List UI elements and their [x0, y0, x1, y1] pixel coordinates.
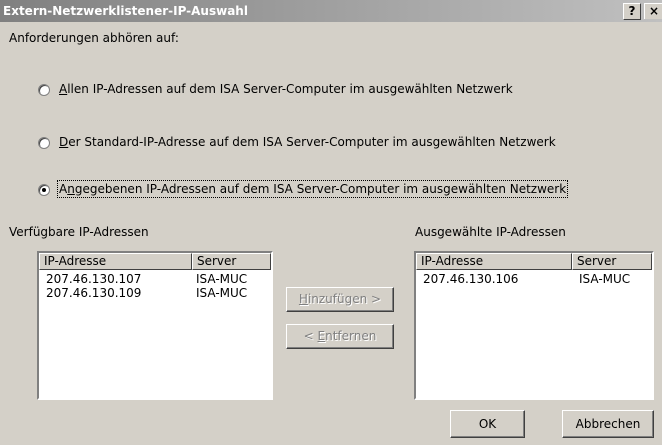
available-row-1-ip: 207.46.130.107: [46, 272, 142, 286]
listen-prompt-label: Anforderungen abhören auf:: [9, 31, 179, 45]
selected-col-server-header[interactable]: Server: [572, 253, 652, 270]
selected-col-ip-header[interactable]: IP-Adresse: [416, 253, 572, 270]
radio-default-ip[interactable]: [38, 137, 50, 149]
radio-all-ips-label[interactable]: Allen IP-Adressen auf dem ISA Server-Com…: [59, 82, 513, 96]
selected-row-1-ip: 207.46.130.106: [423, 272, 519, 286]
radio-all-ips[interactable]: [38, 84, 50, 96]
selected-row-1-server: ISA-MUC: [579, 272, 631, 286]
available-row-2-ip: 207.46.130.109: [46, 286, 142, 300]
available-ips-list[interactable]: IP-Adresse Server 207.46.130.107 ISA-MUC…: [37, 251, 273, 400]
radio-default-ip-label[interactable]: Der Standard-IP-Adresse auf dem ISA Serv…: [59, 135, 556, 149]
selected-ips-list[interactable]: IP-Adresse Server 207.46.130.106 ISA-MUC: [414, 251, 654, 400]
available-ips-heading: Verfügbare IP-Adressen: [9, 225, 149, 239]
radio-specified-ips-label[interactable]: Angegebenen IP-Adressen auf dem ISA Serv…: [56, 180, 569, 198]
window-title: Extern-Netzwerklistener-IP-Auswahl: [3, 4, 248, 18]
radio-specified-ips[interactable]: [38, 184, 50, 196]
help-button[interactable]: ?: [623, 3, 641, 20]
available-col-server-header[interactable]: Server: [192, 253, 271, 270]
remove-button[interactable]: < Entfernen: [286, 324, 394, 349]
available-row-1-server: ISA-MUC: [196, 272, 248, 286]
selected-ips-heading: Ausgewählte IP-Adressen: [415, 225, 566, 239]
ip-selection-dialog: Extern-Netzwerklistener-IP-Auswahl ? × A…: [0, 0, 662, 445]
ok-button[interactable]: OK: [450, 410, 525, 438]
cancel-button[interactable]: Abbrechen: [562, 410, 654, 438]
close-button[interactable]: ×: [644, 3, 662, 19]
add-button[interactable]: Hinzufügen >: [286, 287, 394, 312]
available-row-2-server: ISA-MUC: [196, 286, 248, 300]
available-col-ip-header[interactable]: IP-Adresse: [39, 253, 192, 270]
title-bar[interactable]: Extern-Netzwerklistener-IP-Auswahl ? ×: [0, 0, 662, 22]
